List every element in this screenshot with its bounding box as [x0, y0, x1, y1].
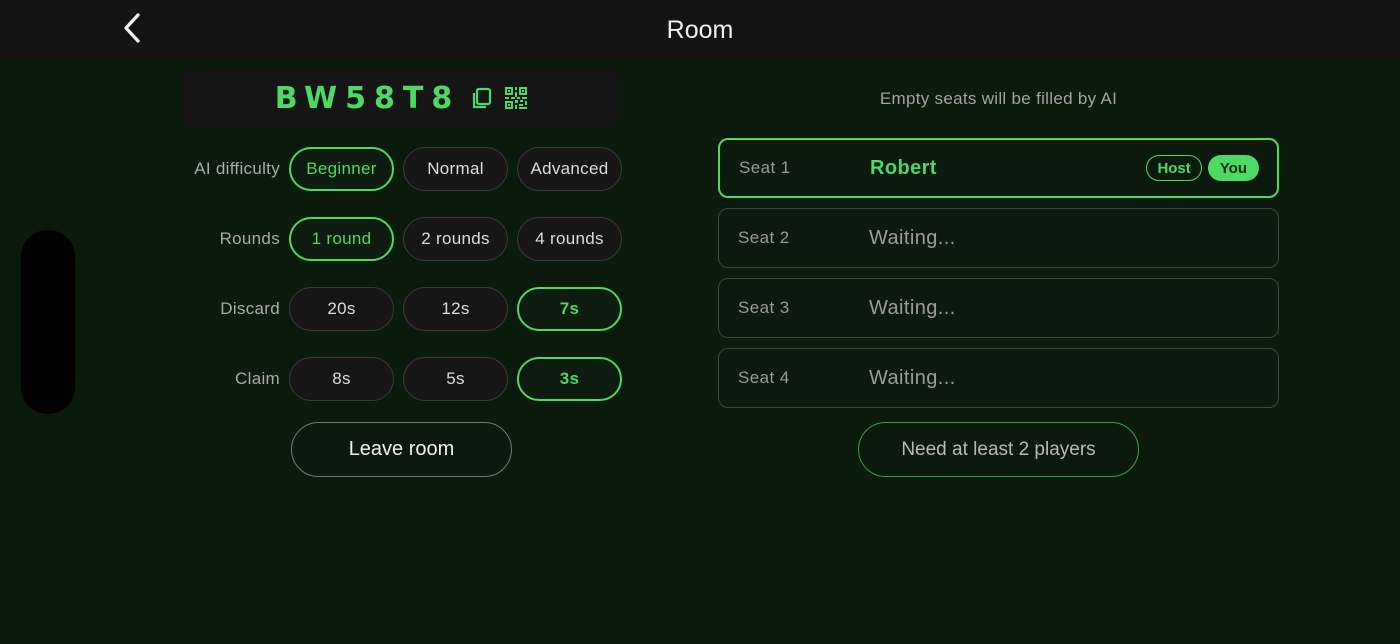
ai-difficulty-label: AI difficulty — [194, 159, 280, 178]
seat-2: Seat 2 Waiting... — [718, 208, 1279, 268]
discard-20s-button[interactable]: 20s — [289, 287, 394, 331]
page-title: Room — [666, 16, 734, 44]
rounds-label: Rounds — [219, 229, 280, 248]
rounds-2-button[interactable]: 2 rounds — [403, 217, 508, 261]
claim-8s-button[interactable]: 8s — [289, 357, 394, 401]
side-drag-handle[interactable] — [21, 230, 75, 414]
claim-label: Claim — [235, 369, 280, 388]
seat-3: Seat 3 Waiting... — [718, 278, 1279, 338]
qr-code-icon[interactable] — [504, 86, 528, 110]
seat-label: Seat 1 — [739, 158, 791, 177]
ai-difficulty-beginner-button[interactable]: Beginner — [289, 147, 394, 191]
room-code: BW58T8 — [274, 80, 461, 116]
ai-difficulty-normal-button[interactable]: Normal — [403, 147, 508, 191]
room-code-box: BW58T8 — [181, 68, 622, 128]
copy-icon[interactable] — [470, 86, 494, 110]
discard-12s-button[interactable]: 12s — [403, 287, 508, 331]
seat-badges: Host You — [1146, 140, 1259, 196]
rounds-4-button[interactable]: 4 rounds — [517, 217, 622, 261]
claim-5s-button[interactable]: 5s — [403, 357, 508, 401]
seat-label: Seat 4 — [738, 368, 790, 387]
host-badge: Host — [1146, 155, 1202, 181]
you-badge: You — [1207, 155, 1259, 181]
seat-label: Seat 2 — [738, 228, 790, 247]
claim-3s-button[interactable]: 3s — [517, 357, 622, 401]
rounds-1-button[interactable]: 1 round — [289, 217, 394, 261]
seat-player-name: Waiting... — [869, 226, 956, 249]
seat-player-name: Waiting... — [869, 296, 956, 319]
seat-4: Seat 4 Waiting... — [718, 348, 1279, 408]
seat-player-name: Robert — [870, 156, 937, 179]
top-bar: Room — [0, 0, 1400, 60]
start-game-button[interactable]: Need at least 2 players — [858, 422, 1139, 477]
discard-label: Discard — [220, 299, 280, 318]
seat-1: Seat 1 Robert Host You — [718, 138, 1279, 198]
seat-player-name: Waiting... — [869, 366, 956, 389]
discard-7s-button[interactable]: 7s — [517, 287, 622, 331]
seats-info-text: Empty seats will be filled by AI — [879, 89, 1118, 108]
leave-room-button[interactable]: Leave room — [291, 422, 512, 477]
seat-label: Seat 3 — [738, 298, 790, 317]
ai-difficulty-advanced-button[interactable]: Advanced — [517, 147, 622, 191]
